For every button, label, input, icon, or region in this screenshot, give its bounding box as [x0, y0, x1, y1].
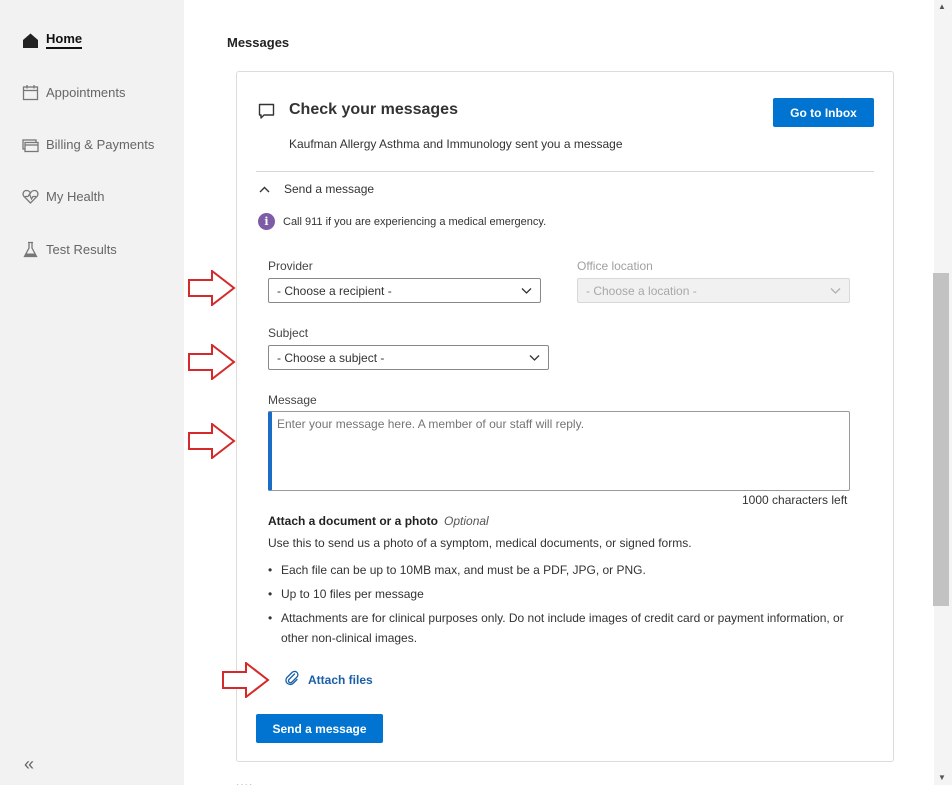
optional-tag: Optional [444, 514, 489, 528]
emergency-notice: i Call 911 if you are experiencing a med… [258, 213, 546, 230]
list-item: Each file can be up to 10MB max, and mus… [268, 560, 868, 580]
send-message-button[interactable]: Send a message [256, 714, 383, 743]
annotation-arrow-icon [188, 270, 236, 306]
office-location-select-value: - Choose a location - [586, 283, 697, 298]
divider [256, 171, 874, 172]
emergency-text: Call 911 if you are experiencing a medic… [283, 215, 547, 228]
expander-label: Send a message [284, 182, 375, 196]
annotation-arrow-icon [222, 662, 270, 698]
chevron-down-icon [521, 285, 532, 299]
credit-card-icon [22, 136, 39, 153]
go-to-inbox-button[interactable]: Go to Inbox [773, 98, 874, 127]
subject-label: Subject [268, 326, 309, 340]
more-indicator: .... [236, 775, 254, 785]
office-location-label: Office location [577, 259, 653, 273]
card-title: Check your messages [289, 101, 458, 118]
send-message-expander[interactable]: Send a message [259, 182, 374, 196]
sidebar-item-label: Test Results [46, 242, 117, 257]
attach-heading: Attach a document or a photo Optional [268, 514, 489, 528]
info-icon: i [258, 213, 275, 230]
heart-pulse-icon [22, 188, 39, 205]
office-location-select: - Choose a location - [577, 278, 850, 303]
sidebar-item-billing[interactable]: Billing & Payments [22, 136, 154, 153]
annotation-arrow-icon [188, 423, 236, 459]
paperclip-icon [285, 670, 299, 689]
sidebar-item-appointments[interactable]: Appointments [22, 84, 126, 101]
home-icon [22, 32, 39, 49]
attach-files-link[interactable]: Attach files [285, 670, 373, 689]
chevron-down-icon [529, 352, 540, 366]
scroll-down-icon[interactable]: ▼ [938, 773, 946, 782]
message-textarea[interactable] [268, 411, 850, 491]
chevron-up-icon [259, 182, 270, 196]
scroll-up-icon[interactable]: ▲ [938, 2, 946, 11]
subject-select-value: - Choose a subject - [277, 350, 385, 365]
flask-icon [22, 241, 39, 258]
annotation-arrow-icon [188, 344, 236, 380]
sidebar: Home Appointments Billing & Payments My … [0, 0, 184, 785]
sidebar-item-label: Billing & Payments [46, 137, 155, 152]
attach-title: Attach a document or a photo [268, 514, 439, 528]
provider-select[interactable]: - Choose a recipient - [268, 278, 541, 303]
sidebar-item-label: My Health [46, 189, 105, 204]
scrollbar-thumb[interactable] [933, 273, 949, 606]
list-item: Attachments are for clinical purposes on… [268, 608, 868, 648]
sidebar-item-my-health[interactable]: My Health [22, 188, 105, 205]
sidebar-item-home[interactable]: Home [22, 31, 83, 49]
subject-select[interactable]: - Choose a subject - [268, 345, 549, 370]
messages-card: Check your messages Go to Inbox Kaufman … [236, 71, 894, 762]
sidebar-item-label: Home [46, 31, 83, 49]
collapse-sidebar-icon[interactable]: « [24, 754, 34, 775]
provider-label: Provider [268, 259, 313, 273]
attach-description: Use this to send us a photo of a symptom… [268, 536, 692, 550]
message-label: Message [268, 393, 317, 407]
list-item: Up to 10 files per message [268, 584, 868, 604]
characters-left-counter: 1000 characters left [742, 493, 848, 507]
calendar-icon [22, 84, 39, 101]
message-notification-text: Kaufman Allergy Asthma and Immunology se… [289, 137, 623, 151]
sidebar-item-label: Appointments [46, 85, 126, 100]
provider-select-value: - Choose a recipient - [277, 283, 392, 298]
chevron-down-icon [830, 285, 841, 299]
attach-rules-list: Each file can be up to 10MB max, and mus… [268, 560, 868, 652]
chat-bubble-icon [258, 103, 275, 123]
attach-files-label: Attach files [308, 672, 373, 687]
section-title: Messages [227, 35, 290, 50]
sidebar-item-test-results[interactable]: Test Results [22, 241, 117, 258]
